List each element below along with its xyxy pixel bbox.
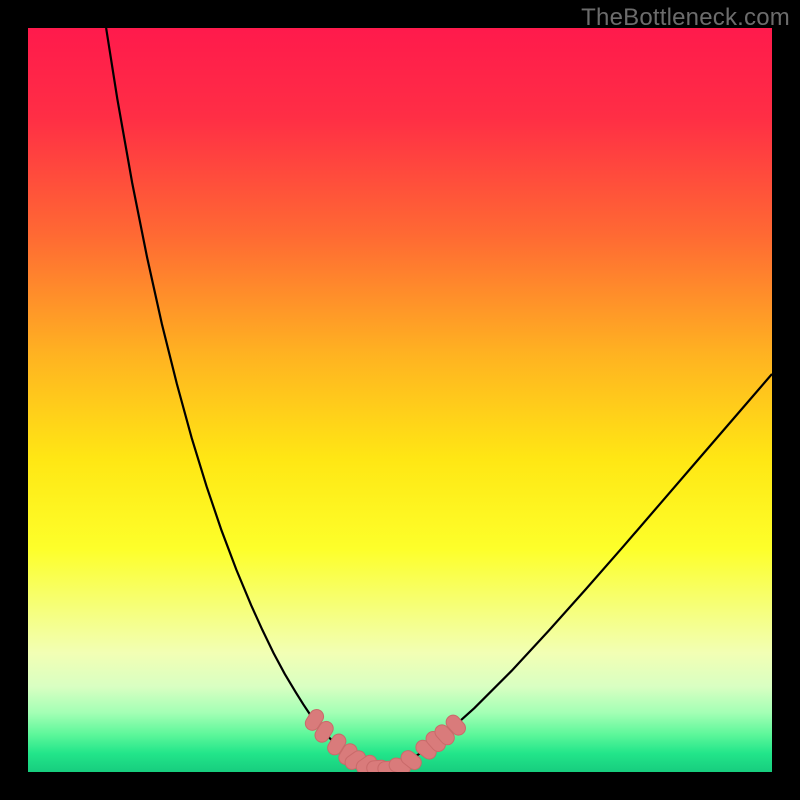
watermark-text: TheBottleneck.com	[581, 4, 790, 32]
gradient-bg	[28, 28, 772, 772]
chart-svg	[28, 28, 772, 772]
plot-area	[28, 28, 772, 772]
outer-frame: TheBottleneck.com	[0, 0, 800, 800]
